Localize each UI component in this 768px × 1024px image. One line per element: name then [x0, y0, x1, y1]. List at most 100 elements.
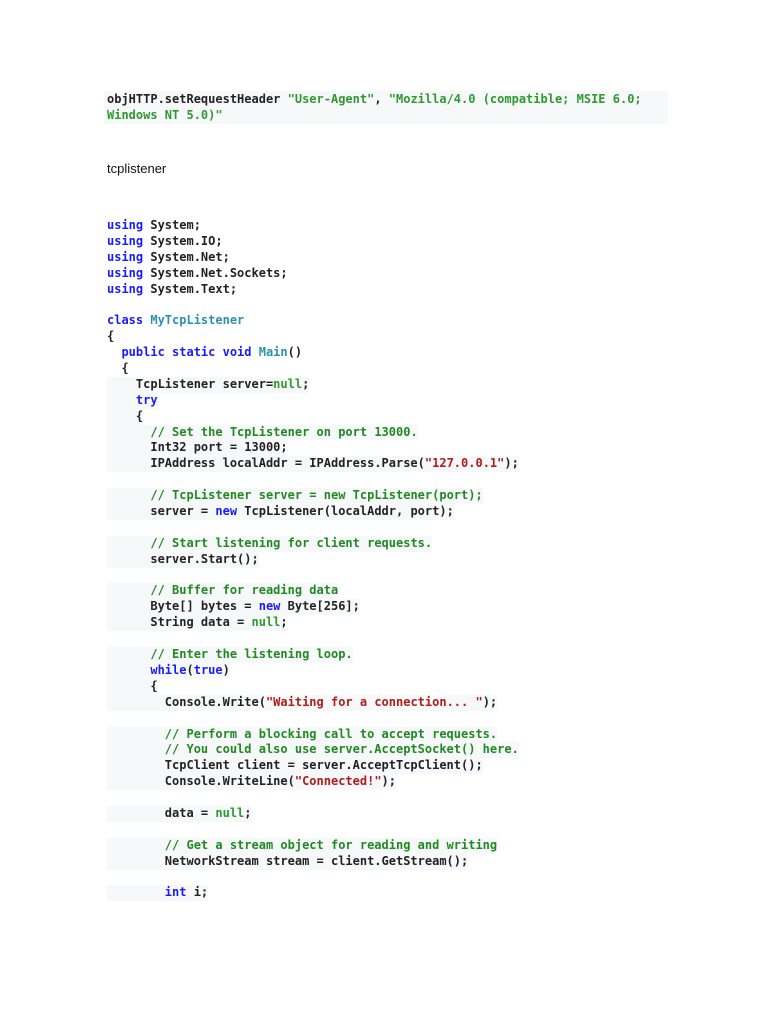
code-object: objHTTP: [107, 92, 158, 106]
code-line: using System.Text;: [107, 282, 237, 298]
code-token: String data =: [107, 615, 252, 630]
code-line: Int32 port = 13000;: [107, 440, 288, 457]
code-token: "Connected!": [294, 774, 382, 789]
code-token: // Perform a blocking call to accept req…: [164, 726, 498, 741]
code-token: (): [287, 345, 303, 360]
code-token: ;: [244, 805, 252, 820]
code-line: using System.IO;: [107, 234, 223, 250]
code-line: Console.WriteLine("Connected!");: [107, 774, 396, 791]
code-line: try: [107, 392, 158, 409]
code-line: // Set the TcpListener on port 13000.: [107, 424, 418, 441]
code-token: true: [193, 662, 223, 677]
code-line: // Start listening for client requests.: [107, 535, 433, 552]
code-line: // Buffer for reading data: [107, 583, 339, 600]
code-token: class: [107, 313, 144, 328]
code-token: NetworkStream stream = client.GetStream(…: [107, 853, 469, 868]
code-token: try: [135, 392, 158, 407]
code-token: while: [150, 662, 187, 677]
code-token: Console.WriteLine(: [107, 774, 295, 789]
code-token: // TcpListener server = new TcpListener(…: [150, 488, 483, 503]
code-token: TcpClient client = server.AcceptTcpClien…: [107, 758, 483, 773]
code-token: null: [215, 805, 245, 820]
code-line: while(true): [107, 662, 230, 679]
code-token: server =: [107, 504, 216, 519]
code-line: using System;: [107, 218, 201, 234]
code-token: MyTcpListener: [150, 313, 245, 328]
code-line: using System.Net.Sockets;: [107, 266, 288, 282]
code-token: Main: [258, 345, 288, 360]
code-line: {: [107, 329, 114, 345]
code-line: // You could also use server.AcceptSocke…: [107, 742, 519, 759]
code-token: IPAddress localAddr = IPAddress.Parse(: [107, 456, 425, 471]
code-separator: ,: [374, 92, 389, 106]
code-token: "127.0.0.1": [424, 456, 505, 471]
code-line: IPAddress localAddr = IPAddress.Parse("1…: [107, 456, 519, 473]
code-token: Byte[256];: [280, 599, 360, 614]
code-token: {: [107, 329, 115, 344]
code-line: int i;: [107, 885, 209, 902]
code-token: i;: [186, 885, 209, 900]
code-line: {: [107, 408, 144, 425]
code-token: // Enter the listening loop.: [150, 647, 353, 662]
code-token: using: [107, 218, 144, 232]
code-token: System.Text;: [143, 281, 238, 296]
code-string: "Mozilla/4.0 (compatible; MSIE 6.0;: [388, 92, 642, 106]
code-line: TcpClient client = server.AcceptTcpClien…: [107, 758, 483, 775]
code-line: NetworkStream stream = client.GetStream(…: [107, 853, 469, 870]
code-token: data =: [107, 805, 216, 820]
code-line: server.Start();: [107, 551, 259, 568]
code-token: // Set the TcpListener on port 13000.: [150, 424, 418, 439]
code-token: );: [504, 456, 519, 471]
code-block: using System; using System.IO; using Syste…: [107, 218, 519, 902]
code-token: Int32 port = 13000;: [107, 440, 288, 455]
code-token: ): [222, 662, 230, 677]
code-token: {: [107, 408, 144, 423]
code-token: System.Net;: [143, 249, 230, 264]
code-line: data = null;: [107, 805, 252, 822]
code-line: {: [107, 361, 129, 377]
code-line: Console.Write("Waiting for a connection.…: [107, 694, 498, 711]
code-token: using: [107, 233, 144, 248]
code-token: null: [273, 376, 303, 391]
code-line: // Perform a blocking call to accept req…: [107, 726, 498, 743]
code-method: .setRequestHeader: [157, 92, 288, 106]
code-token: System;: [143, 218, 201, 232]
code-token: new: [215, 504, 238, 519]
code-string: "User-Agent": [287, 92, 375, 106]
code-line: // Enter the listening loop.: [107, 647, 353, 663]
code-line: using System.Net;: [107, 250, 230, 266]
code-token: // Start listening for client requests.: [150, 535, 433, 550]
section-title: tcplistener: [107, 161, 167, 176]
code-line: Byte[] bytes = new Byte[256];: [107, 599, 360, 616]
code-line: class MyTcpListener: [107, 313, 244, 329]
code-token: server.Start();: [107, 551, 259, 566]
code-line: public static void Main(): [107, 345, 302, 361]
code-token: {: [107, 361, 129, 376]
code-line: // TcpListener server = new TcpListener(…: [107, 488, 483, 505]
code-token: ;: [302, 376, 310, 391]
code-token: using: [107, 249, 144, 264]
code-token: "Waiting for a connection... ": [265, 694, 483, 709]
code-token: System.IO;: [143, 233, 223, 248]
code-line: TcpListener server=null;: [107, 376, 310, 393]
code-line: // Get a stream object for reading and w…: [107, 837, 498, 854]
code-token: );: [381, 774, 396, 789]
code-token: TcpListener(localAddr, port);: [237, 504, 454, 519]
code-line: server = new TcpListener(localAddr, port…: [107, 504, 454, 520]
code-token: ;: [280, 615, 288, 630]
header-code-block: objHTTP.setRequestHeader "User-Agent", "…: [104, 91, 668, 124]
code-token: Byte[] bytes =: [107, 599, 259, 614]
code-token: System.Net.Sockets;: [143, 265, 288, 280]
code-token: using: [107, 281, 144, 296]
